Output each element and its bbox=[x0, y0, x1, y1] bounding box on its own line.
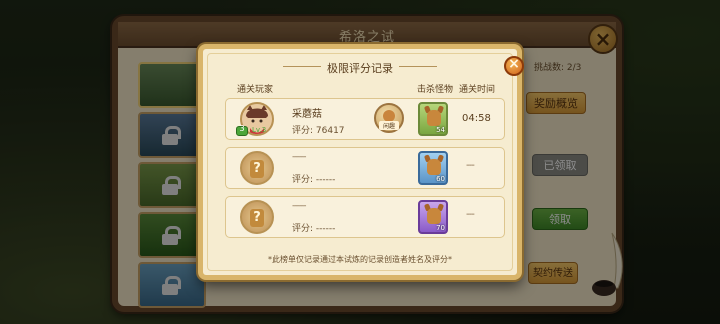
level-label: Lv.3 bbox=[252, 126, 267, 134]
monster-icon[interactable]: 54 bbox=[418, 102, 448, 136]
guild-emblem-icon[interactable]: 闲趣 bbox=[374, 103, 404, 133]
dialog-title: 极限评分记录 bbox=[327, 62, 393, 75]
monster-head bbox=[427, 208, 441, 224]
player-name-placeholder: ------ bbox=[292, 152, 306, 162]
column-header-monsters: 击杀怪物 bbox=[417, 85, 454, 95]
record-row: 3 Lv.3 采蘑菇 评分: 76417 闲趣 54 04:58 bbox=[225, 98, 505, 140]
monster-count: 60 bbox=[436, 175, 445, 183]
question-mark-icon: ? bbox=[250, 209, 264, 227]
monster-icon[interactable]: 60 bbox=[418, 151, 448, 185]
clear-time-placeholder: --- bbox=[466, 160, 475, 171]
monster-count: 70 bbox=[436, 224, 445, 232]
column-header-time: 通关时间 bbox=[459, 85, 496, 95]
score-record-dialog: 极限评分记录 × 通关玩家 击杀怪物 通关时间 3 Lv.3 采蘑菇 评分: 7… bbox=[198, 44, 524, 280]
record-row: ? ------ 评分: ------ 70 --- bbox=[225, 196, 505, 238]
player-name-placeholder: ------ bbox=[292, 201, 306, 211]
monster-head bbox=[427, 159, 441, 175]
player-score-placeholder: 评分: ------ bbox=[292, 224, 336, 234]
clear-time: 04:58 bbox=[462, 113, 491, 124]
level-badge: 3 bbox=[236, 124, 248, 136]
player-name: 采蘑菇 bbox=[292, 109, 322, 120]
record-row: ? ------ 评分: ------ 60 --- bbox=[225, 147, 505, 189]
dialog-footnote: *此榜单仅记录通过本试炼的记录创造者姓名及评分* bbox=[268, 255, 452, 264]
column-header-player: 通关玩家 bbox=[237, 85, 274, 95]
monster-count: 54 bbox=[436, 126, 445, 134]
player-score-placeholder: 评分: ------ bbox=[292, 175, 336, 185]
close-icon: × bbox=[508, 56, 520, 72]
monster-head bbox=[427, 110, 441, 126]
clear-time-placeholder: --- bbox=[466, 209, 475, 220]
unknown-avatar: ? bbox=[240, 200, 274, 234]
monster-icon[interactable]: 70 bbox=[418, 200, 448, 234]
player-score: 评分: 76417 bbox=[292, 126, 345, 136]
guild-label: 闲趣 bbox=[379, 121, 399, 130]
question-mark-icon: ? bbox=[250, 160, 264, 178]
dialog-close-button[interactable]: × bbox=[504, 56, 524, 76]
unknown-avatar: ? bbox=[240, 151, 274, 185]
